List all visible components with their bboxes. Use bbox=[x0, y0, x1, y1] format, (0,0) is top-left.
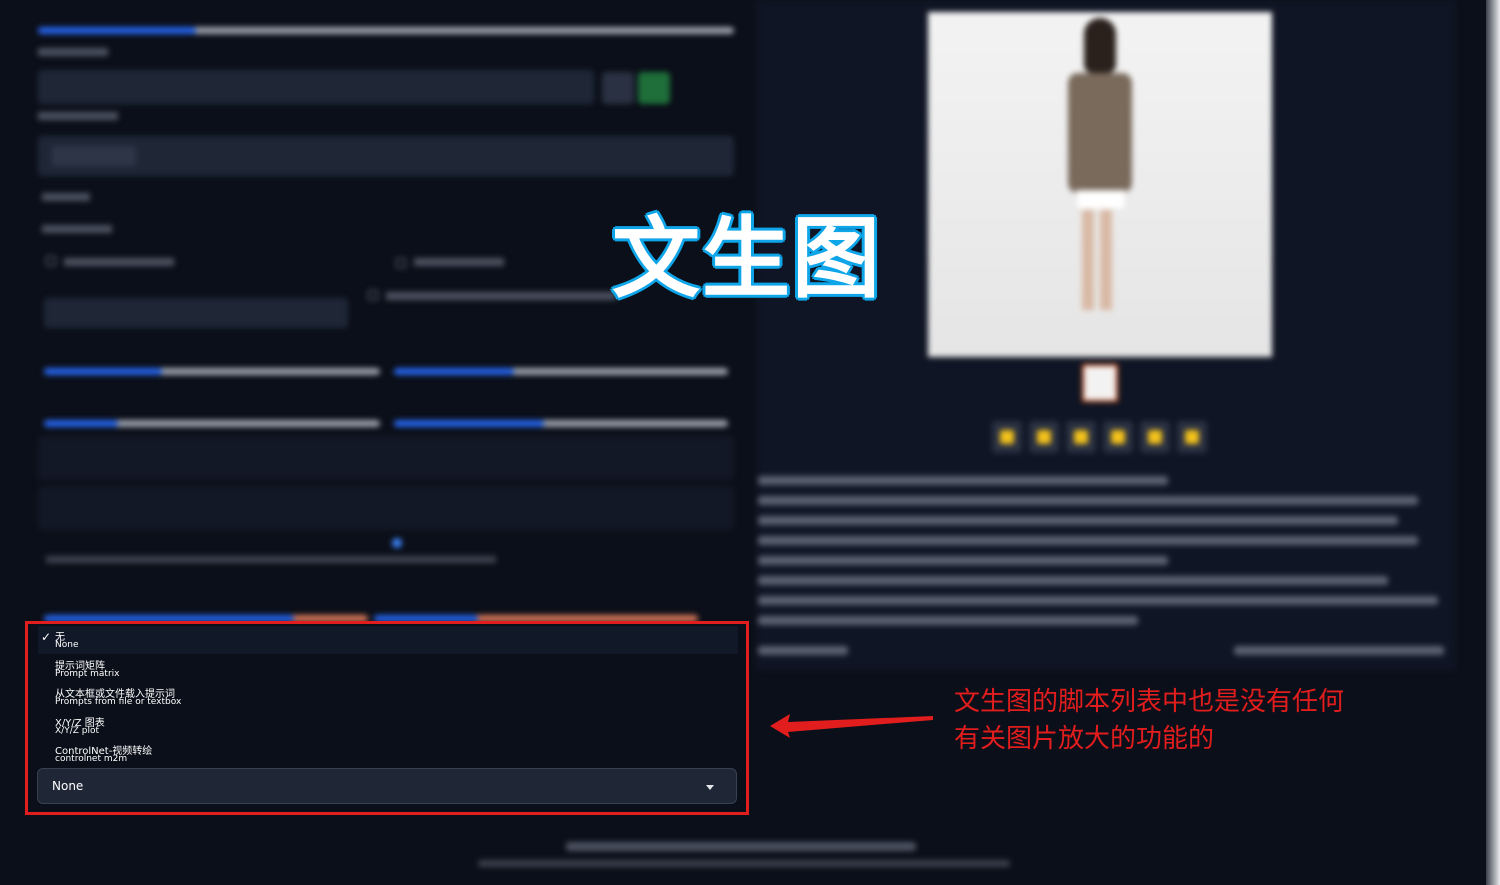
slider-d[interactable] bbox=[394, 420, 728, 427]
fast-decoder-toggle[interactable] bbox=[392, 538, 402, 548]
check-icon: ✓ bbox=[41, 630, 52, 644]
info-line bbox=[758, 536, 1418, 545]
info-line bbox=[758, 596, 1438, 605]
send-to-extras-icon[interactable] bbox=[1177, 421, 1207, 453]
slider-c[interactable] bbox=[44, 420, 380, 427]
overwrite-label bbox=[414, 258, 504, 266]
move-label bbox=[386, 292, 616, 300]
region-control-accordion[interactable] bbox=[38, 436, 734, 480]
option-en-label: None bbox=[55, 640, 79, 650]
info-line bbox=[758, 476, 1168, 485]
slider-b[interactable] bbox=[394, 368, 728, 375]
hint-text bbox=[46, 556, 496, 563]
option-en-label: X/Y/Z plot bbox=[55, 726, 100, 736]
enable-label bbox=[64, 258, 174, 266]
info-line bbox=[758, 516, 1398, 525]
script-select-value: None bbox=[52, 779, 84, 793]
overwrite-checkbox[interactable] bbox=[396, 258, 406, 268]
recycle-button[interactable] bbox=[638, 72, 670, 104]
move-checkbox[interactable] bbox=[368, 290, 378, 300]
annotation-line-1: 文生图的脚本列表中也是没有任何 bbox=[954, 687, 1345, 717]
dice-button[interactable] bbox=[602, 72, 634, 104]
info-line bbox=[758, 576, 1388, 585]
annotation-note: 文生图的脚本列表中也是没有任何 有关图片放大的功能的 bbox=[954, 684, 1414, 758]
slider-a[interactable] bbox=[44, 368, 380, 375]
arrow-left-icon bbox=[770, 714, 933, 738]
generated-image-subject bbox=[1060, 18, 1140, 318]
method-select[interactable] bbox=[44, 298, 348, 328]
info-line bbox=[758, 496, 1418, 505]
option-en-label: controlnet m2m bbox=[55, 754, 128, 764]
footer-links[interactable] bbox=[566, 842, 916, 851]
save-icon[interactable] bbox=[1029, 421, 1059, 453]
info-line bbox=[758, 616, 1138, 625]
send-to-inpaint-icon[interactable] bbox=[1140, 421, 1170, 453]
dropdown-option-xyz-plot[interactable]: X/Y/Z 图表 X/Y/Z plot bbox=[38, 712, 738, 740]
image-thumbnail[interactable] bbox=[1082, 364, 1118, 402]
slider-top[interactable] bbox=[38, 27, 734, 34]
dropdown-option-controlnet-m2m[interactable]: ControlNet-视频转绘 controlnet m2m bbox=[38, 740, 738, 768]
section-label bbox=[38, 112, 118, 120]
zip-icon[interactable] bbox=[1066, 421, 1096, 453]
tag-chip bbox=[52, 146, 136, 166]
seed-label bbox=[38, 48, 108, 56]
tiled-diffusion-label bbox=[42, 225, 112, 233]
title-overlay: 文生图 bbox=[612, 207, 883, 310]
tiled-vae-accordion[interactable] bbox=[38, 486, 734, 530]
script-dropdown-list: ✓ 无 None 提示词矩阵 Prompt matrix 从文本框或文件载入提示… bbox=[38, 626, 738, 764]
option-en-label: Prompts from file or textbox bbox=[55, 697, 182, 707]
annotation-line-2: 有关图片放大的功能的 bbox=[954, 724, 1215, 754]
dropdown-option-prompts-from-file[interactable]: 从文本框或文件载入提示词 Prompts from file or textbo… bbox=[38, 683, 738, 711]
option-en-label: Prompt matrix bbox=[55, 669, 120, 679]
chevron-down-icon[interactable] bbox=[706, 785, 714, 790]
info-line bbox=[758, 556, 1168, 565]
time-taken bbox=[758, 646, 848, 655]
seed-input[interactable] bbox=[38, 70, 594, 104]
dropdown-option-prompt-matrix[interactable]: 提示词矩阵 Prompt matrix bbox=[38, 655, 738, 683]
folder-icon[interactable] bbox=[992, 421, 1022, 453]
send-to-img2img-icon[interactable] bbox=[1103, 421, 1133, 453]
accordion-label bbox=[42, 193, 90, 201]
dropdown-option-none[interactable]: ✓ 无 None bbox=[38, 626, 738, 654]
script-select[interactable]: None bbox=[37, 768, 737, 804]
footer-versions bbox=[478, 860, 1010, 867]
tiled-select[interactable] bbox=[38, 136, 734, 176]
vram-info bbox=[1234, 646, 1444, 655]
enable-checkbox[interactable] bbox=[46, 256, 56, 266]
